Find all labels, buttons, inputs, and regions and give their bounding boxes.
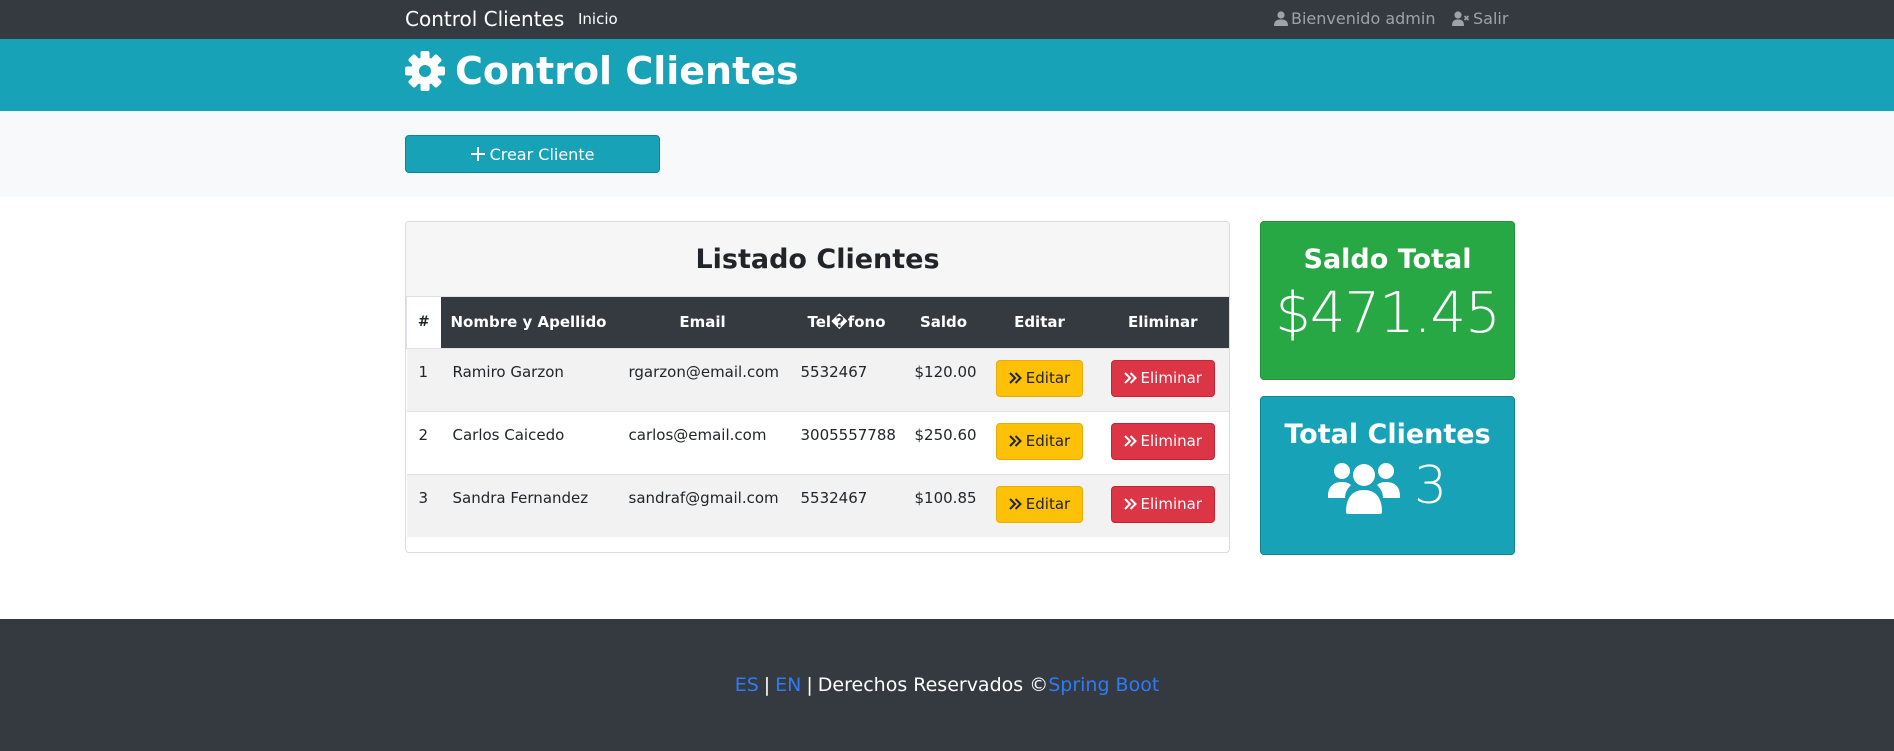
column-header-name: Nombre y Apellido xyxy=(440,297,617,348)
cell-edit: Editar xyxy=(982,410,1097,474)
top-navbar: Control Clientes Inicio Bienvenido admin… xyxy=(0,0,1894,39)
nav-logout[interactable]: Salir xyxy=(1452,9,1508,28)
column-header-edit: Editar xyxy=(982,297,1097,348)
cell-number: 1 xyxy=(406,347,441,411)
plus-icon xyxy=(470,147,485,161)
welcome-label: Bienvenido admin xyxy=(1291,9,1436,28)
cell-saldo: $100.85 xyxy=(904,473,983,537)
cell-name: Carlos Caicedo xyxy=(440,410,617,474)
cell-name: Ramiro Garzon xyxy=(440,347,617,411)
angle-double-right-icon xyxy=(1009,435,1022,447)
cell-phone: 5532467 xyxy=(788,347,905,411)
footer-rights: Derechos Reservados © xyxy=(817,674,1049,696)
cell-name: Sandra Fernandez xyxy=(440,473,617,537)
cell-edit: Editar xyxy=(982,473,1097,537)
edit-label: Editar xyxy=(1025,432,1071,450)
table-row: 3 Sandra Fernandez sandraf@gmail.com 553… xyxy=(406,473,1229,537)
angle-double-right-icon xyxy=(1009,372,1022,384)
cell-phone: 5532467 xyxy=(788,473,905,537)
actions-bar: Crear Cliente xyxy=(0,111,1894,197)
user-times-icon xyxy=(1452,11,1470,26)
cell-email: carlos@email.com xyxy=(616,410,789,474)
angle-double-right-icon xyxy=(1123,498,1137,510)
delete-button[interactable]: Eliminar xyxy=(1110,485,1215,523)
list-card-header: Listado Clientes xyxy=(406,222,1229,297)
list-title: Listado Clientes xyxy=(695,243,940,275)
nav-link-home[interactable]: Inicio xyxy=(578,10,618,28)
cell-number: 2 xyxy=(406,410,441,474)
angle-double-right-icon xyxy=(1009,498,1022,510)
cell-email: sandraf@gmail.com xyxy=(616,473,789,537)
table-row: 1 Ramiro Garzon rgarzon@email.com 553246… xyxy=(406,347,1229,411)
cell-saldo: $120.00 xyxy=(904,347,983,411)
column-header-saldo: Saldo xyxy=(904,297,983,348)
angle-double-right-icon xyxy=(1123,435,1137,447)
column-header-number: # xyxy=(406,297,441,348)
angle-double-right-icon xyxy=(1123,372,1137,384)
create-client-button[interactable]: Crear Cliente xyxy=(405,135,660,173)
column-header-delete: Eliminar xyxy=(1096,297,1229,348)
page-title: Control Clientes xyxy=(405,49,799,93)
cell-delete: Eliminar xyxy=(1096,347,1229,411)
clients-table: # Nombre y Apellido Email Tel�fono Saldo… xyxy=(406,297,1229,537)
navbar-brand[interactable]: Control Clientes xyxy=(405,7,564,31)
edit-button[interactable]: Editar xyxy=(995,359,1084,397)
users-icon xyxy=(1327,463,1400,514)
lang-en-link[interactable]: EN xyxy=(775,674,801,696)
user-icon xyxy=(1274,11,1288,26)
page-title-text: Control Clientes xyxy=(455,49,799,93)
cell-edit: Editar xyxy=(982,347,1097,411)
footer-separator: | xyxy=(806,674,813,696)
page-footer: ES | EN | Derechos Reservados © Spring B… xyxy=(0,619,1894,751)
spring-boot-link[interactable]: Spring Boot xyxy=(1048,674,1159,696)
logout-label: Salir xyxy=(1473,9,1509,28)
delete-button[interactable]: Eliminar xyxy=(1110,422,1215,460)
saldo-total-card: Saldo Total $471.45 xyxy=(1260,221,1515,380)
cell-delete: Eliminar xyxy=(1096,473,1229,537)
cell-phone: 3005557788 xyxy=(788,410,905,474)
cell-saldo: $250.60 xyxy=(904,410,983,474)
edit-label: Editar xyxy=(1025,495,1071,513)
nav-user-welcome[interactable]: Bienvenido admin xyxy=(1274,9,1435,28)
gear-icon xyxy=(405,51,445,91)
delete-label: Eliminar xyxy=(1140,432,1202,450)
edit-button[interactable]: Editar xyxy=(995,422,1084,460)
delete-label: Eliminar xyxy=(1140,369,1202,387)
page-header: Control Clientes xyxy=(0,39,1894,111)
cell-email: rgarzon@email.com xyxy=(616,347,789,411)
delete-label: Eliminar xyxy=(1140,495,1202,513)
delete-button[interactable]: Eliminar xyxy=(1110,359,1215,397)
total-clients-title: Total Clientes xyxy=(1284,419,1491,450)
total-clients-row: 3 xyxy=(1261,456,1514,516)
cell-delete: Eliminar xyxy=(1096,410,1229,474)
create-client-label: Crear Cliente xyxy=(489,144,595,164)
column-header-email: Email xyxy=(616,297,789,348)
clients-list-card: Listado Clientes # Nombre y Apellido Ema… xyxy=(405,221,1230,553)
lang-es-link[interactable]: ES xyxy=(735,674,759,696)
total-clients-value: 3 xyxy=(1413,456,1448,516)
table-header-row: # Nombre y Apellido Email Tel�fono Saldo… xyxy=(406,297,1229,348)
column-header-phone: Tel�fono xyxy=(788,297,905,348)
footer-separator: | xyxy=(763,674,771,696)
edit-label: Editar xyxy=(1025,369,1071,387)
cell-number: 3 xyxy=(406,473,441,537)
total-clients-card: Total Clientes 3 xyxy=(1260,396,1515,555)
saldo-total-title: Saldo Total xyxy=(1303,244,1472,275)
saldo-total-value: $471.45 xyxy=(1275,281,1501,346)
edit-button[interactable]: Editar xyxy=(995,485,1084,523)
table-row: 2 Carlos Caicedo carlos@email.com 300555… xyxy=(406,410,1229,474)
